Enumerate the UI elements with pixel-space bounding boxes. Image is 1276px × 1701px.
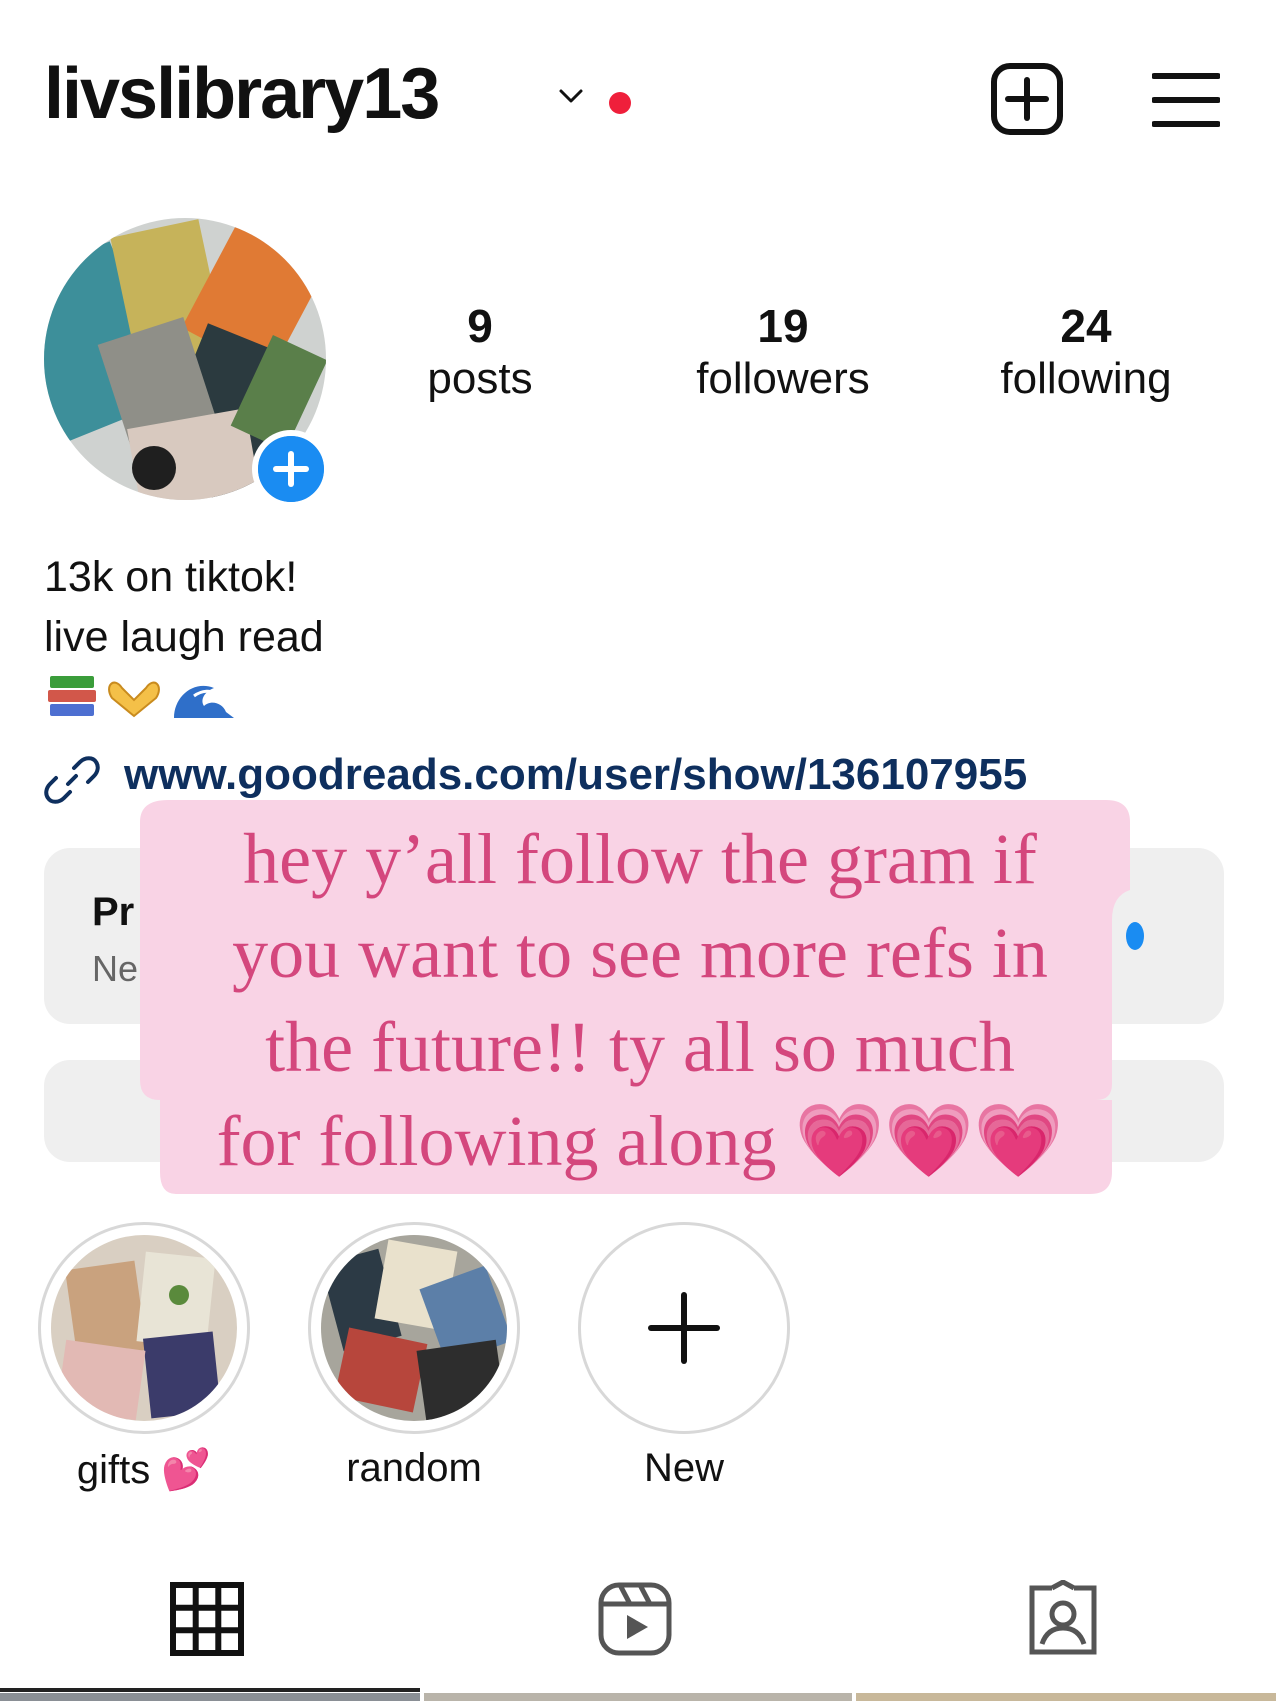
grid-post-preview[interactable] [424, 1693, 852, 1701]
highlight-random[interactable] [308, 1222, 520, 1434]
active-tab-indicator [0, 1688, 420, 1692]
wave-emoji-icon [174, 685, 234, 718]
highlight-gifts[interactable] [38, 1222, 250, 1434]
stat-label: following [1000, 353, 1172, 403]
link-icon [44, 756, 100, 804]
heart-hands-emoji-icon [108, 681, 160, 718]
caption-line: you want to see more refs in [232, 913, 1048, 993]
stat-count: 9 [467, 300, 493, 352]
grid-post-preview[interactable] [0, 1693, 420, 1701]
bio-link[interactable]: www.goodreads.com/user/show/136107955 [124, 750, 1027, 800]
highlight-gifts-cover [51, 1235, 237, 1421]
caption-line: for following along 💗💗💗 [216, 1101, 1064, 1181]
bio-emoji-row [48, 676, 234, 718]
bio-line: live laugh read [44, 613, 324, 661]
profile-username[interactable]: livslibrary13 [44, 58, 440, 130]
grid-icon[interactable] [168, 1580, 246, 1658]
stat-following[interactable]: 24 following [966, 300, 1206, 406]
new-post-icon[interactable] [990, 62, 1064, 136]
stat-label: followers [696, 353, 870, 403]
stat-count: 24 [1060, 300, 1112, 352]
card-subtitle-fragment: Ne [92, 948, 139, 989]
card-title-fragment: Pr [92, 890, 135, 934]
chevron-down-icon[interactable] [558, 86, 584, 106]
tagged-icon[interactable] [1024, 1580, 1102, 1658]
caption-overlay-text: hey y’all follow the gram if you want to… [150, 812, 1130, 1188]
highlight-label: gifts 💕 [76, 1448, 212, 1492]
stat-posts[interactable]: 9 posts [360, 300, 600, 406]
stat-followers[interactable]: 19 followers [663, 300, 903, 406]
caption-line: hey y’all follow the gram if [243, 819, 1037, 899]
add-story-plus-icon[interactable] [252, 430, 330, 508]
highlight-random-cover [321, 1235, 507, 1421]
stat-count: 19 [757, 300, 809, 352]
books-emoji-icon [48, 676, 96, 716]
reels-icon[interactable] [596, 1580, 674, 1658]
notification-dot [609, 92, 631, 114]
menu-icon[interactable] [1152, 70, 1220, 130]
caption-line: the future!! ty all so much [265, 1007, 1015, 1087]
plus-icon [648, 1292, 720, 1364]
bio-line: 13k on tiktok! [44, 553, 298, 601]
highlight-label: New [643, 1446, 725, 1490]
highlight-label: random [346, 1446, 482, 1490]
stat-label: posts [427, 353, 533, 403]
highlight-new-button[interactable] [578, 1222, 790, 1434]
grid-post-preview[interactable] [856, 1693, 1276, 1701]
